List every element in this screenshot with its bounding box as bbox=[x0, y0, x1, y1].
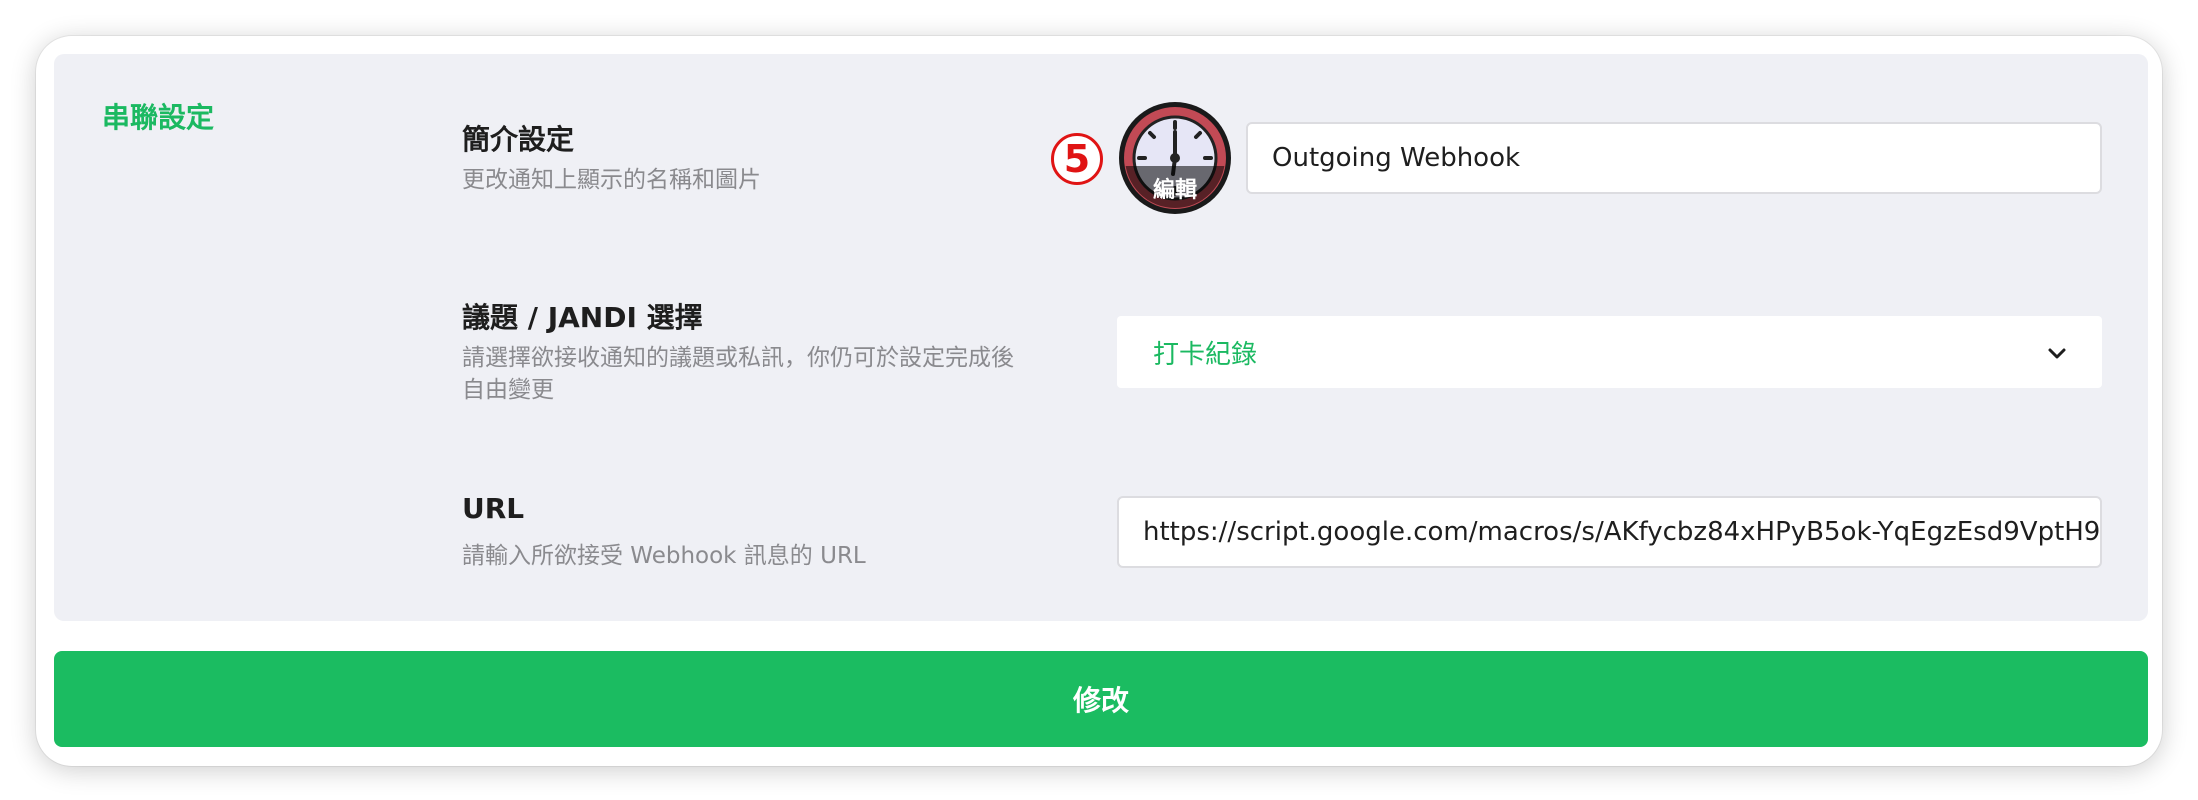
chevron-down-icon bbox=[2048, 348, 2066, 359]
avatar-edit-button[interactable]: 編輯 bbox=[1117, 100, 1233, 216]
url-input[interactable]: https://script.google.com/macros/s/AKfyc… bbox=[1117, 496, 2102, 568]
step-marker: 5 bbox=[1051, 133, 1103, 185]
integration-name-input[interactable]: Outgoing Webhook bbox=[1246, 122, 2102, 194]
topic-select-value: 打卡紀錄 bbox=[1153, 339, 1258, 370]
url-description: 請輸入所欲接受 Webhook 訊息的 URL bbox=[462, 543, 866, 569]
profile-settings-label: 簡介設定 bbox=[462, 123, 575, 156]
topic-select[interactable]: 打卡紀錄 bbox=[1117, 316, 2102, 388]
profile-settings-description: 更改通知上顯示的名稱和圖片 bbox=[462, 167, 761, 193]
topic-select-description: 請選擇欲接收通知的議題或私訊，你仍可於設定完成後自由變更 bbox=[462, 345, 1014, 403]
step-marker-number: 5 bbox=[1063, 137, 1091, 181]
section-title: 串聯設定 bbox=[102, 101, 215, 134]
topic-select-label: 議題 / JANDI 選擇 bbox=[462, 301, 703, 334]
modify-button[interactable]: 修改 bbox=[54, 651, 2148, 747]
avatar-edit-label: 編輯 bbox=[1152, 178, 1197, 203]
url-label: URL bbox=[462, 492, 525, 525]
